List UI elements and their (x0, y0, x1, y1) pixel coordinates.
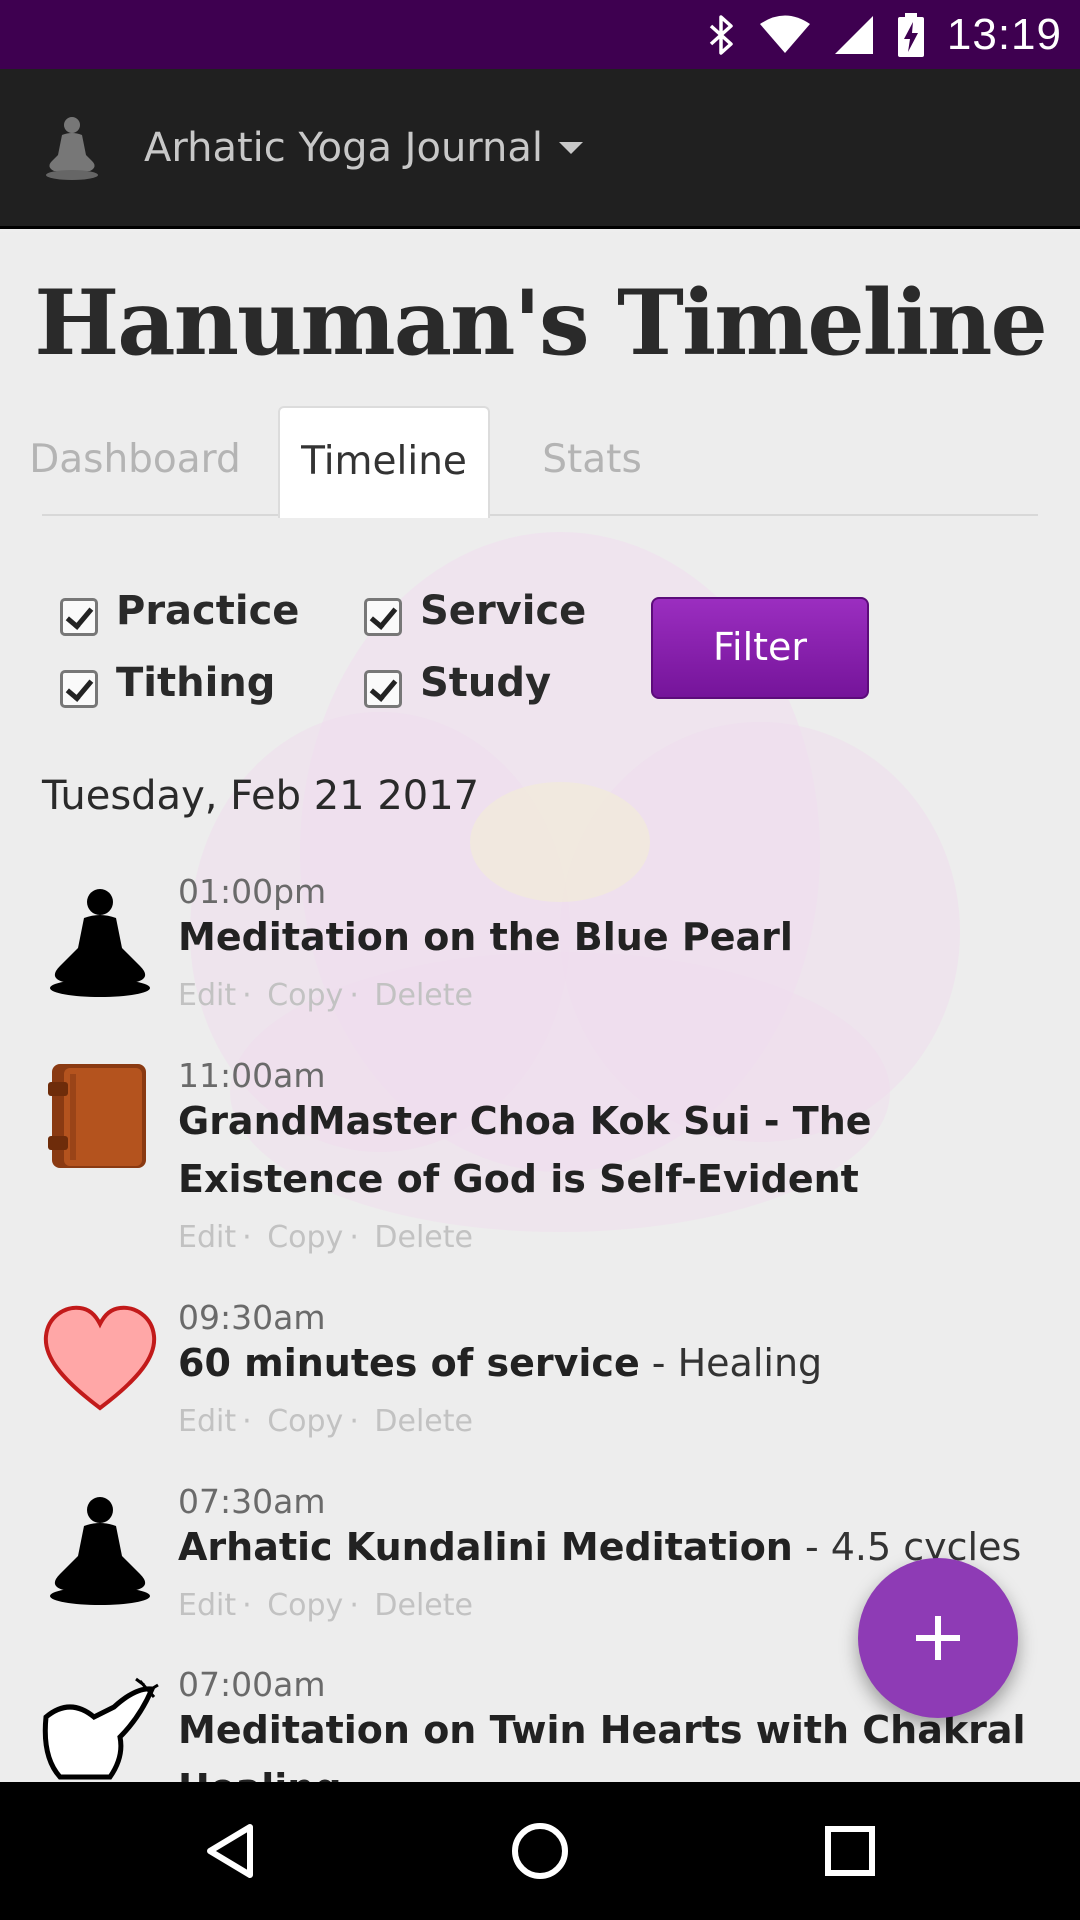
tab-label: Stats (542, 437, 642, 482)
copy-link[interactable]: Copy (267, 978, 343, 1013)
separator: · (242, 1588, 252, 1623)
add-entry-button[interactable] (858, 1558, 1018, 1718)
signal-icon (834, 15, 873, 54)
entry-actions: Edit · Copy · Delete (178, 1404, 479, 1439)
meditation-figure-icon (50, 889, 150, 997)
copy-link[interactable]: Copy (267, 1220, 343, 1255)
entry-title-text: Meditation on Twin Hearts with Chakral H… (178, 1708, 1026, 1782)
entry-title-text: GrandMaster Choa Kok Sui - The Existence… (178, 1099, 872, 1201)
tab-timeline[interactable]: Timeline (278, 406, 490, 518)
caret-down-icon (559, 141, 584, 154)
tab-bar: Dashboard Timeline Stats (29, 406, 1038, 518)
tab-label: Dashboard (29, 437, 241, 482)
entry-actions: Edit · Copy · Delete (178, 1220, 479, 1255)
delete-link[interactable]: Delete (374, 978, 473, 1013)
checkbox-label: Study (420, 660, 552, 706)
checkbox[interactable] (60, 598, 98, 636)
checkbox-label: Practice (116, 588, 300, 634)
separator: · (242, 1220, 252, 1255)
entry-title-text: Arhatic Kundalini Meditation (178, 1525, 793, 1569)
delete-link[interactable]: Delete (374, 1588, 473, 1623)
entry-title[interactable]: Meditation on Twin Hearts with Chakral H… (178, 1701, 1038, 1782)
battery-charging-icon (897, 12, 924, 57)
copy-link[interactable]: Copy (267, 1404, 343, 1439)
copy-link[interactable]: Copy (267, 1588, 343, 1623)
status-icons: 13:19 (707, 0, 1062, 69)
tab-dashboard[interactable]: Dashboard (28, 406, 242, 516)
entry-title-text: 60 minutes of service (178, 1341, 640, 1385)
status-time: 13:19 (946, 9, 1062, 59)
entry-title[interactable]: 60 minutes of service - Healing (178, 1334, 1038, 1392)
checkbox[interactable] (60, 670, 98, 708)
entry-time: 07:30am (178, 1482, 326, 1521)
entry-subtitle: - Healing (639, 1341, 823, 1385)
system-nav-bar (0, 1782, 1080, 1920)
filter-service[interactable]: Service (364, 586, 586, 636)
tab-label: Timeline (301, 439, 467, 484)
entry-time: 07:00am (178, 1665, 326, 1704)
status-bar: 13:19 (0, 0, 1080, 69)
entry-time: 11:00am (178, 1056, 326, 1095)
app-title: Arhatic Yoga Journal (144, 124, 544, 171)
filter-button[interactable]: Filter (651, 597, 869, 699)
meditation-figure-icon (46, 116, 98, 180)
main-content: Hanuman's Timeline Dashboard Timeline St… (0, 232, 1080, 1782)
meditation-figure-icon (50, 1497, 150, 1605)
separator: · (349, 1588, 359, 1623)
delete-link[interactable]: Delete (374, 1220, 473, 1255)
nav-recents-button[interactable] (780, 1782, 920, 1920)
wifi-icon (759, 15, 810, 53)
separator: · (349, 1404, 359, 1439)
separator: · (242, 1404, 252, 1439)
heart-icon (43, 1305, 157, 1411)
date-heading: Tuesday, Feb 21 2017 (42, 773, 480, 819)
entry-time: 01:00pm (178, 872, 327, 911)
page-title: Hanuman's Timeline (34, 270, 1047, 376)
tab-stats[interactable]: Stats (522, 406, 662, 516)
entry-actions: Edit · Copy · Delete (178, 1588, 479, 1623)
entry-title[interactable]: Meditation on the Blue Pearl (178, 908, 1038, 966)
nav-home-button[interactable] (470, 1782, 610, 1920)
bluetooth-icon (709, 14, 733, 55)
entry-title-text: Meditation on the Blue Pearl (178, 915, 793, 959)
entry-subtitle: - 4.5 cycles (792, 1525, 1022, 1569)
checkbox[interactable] (364, 598, 402, 636)
recents-square-icon (825, 1826, 875, 1876)
filter-tithing[interactable]: Tithing (60, 658, 275, 708)
edit-link[interactable]: Edit (178, 978, 236, 1013)
entry-actions: Edit · Copy · Delete (178, 978, 479, 1013)
filter-study[interactable]: Study (364, 658, 551, 708)
delete-link[interactable]: Delete (374, 1404, 473, 1439)
edit-link[interactable]: Edit (178, 1588, 236, 1623)
entry-time: 09:30am (178, 1298, 326, 1337)
plus-icon (916, 1616, 960, 1660)
dove-icon (42, 1677, 159, 1780)
edit-link[interactable]: Edit (178, 1220, 236, 1255)
home-circle-icon (512, 1823, 568, 1879)
separator: · (349, 978, 359, 1013)
checkbox-label: Tithing (116, 660, 276, 706)
separator: · (349, 1220, 359, 1255)
app-toolbar: Arhatic Yoga Journal (0, 69, 1080, 229)
separator: · (242, 978, 252, 1013)
book-icon (48, 1064, 146, 1168)
filter-practice[interactable]: Practice (60, 586, 299, 636)
checkbox[interactable] (364, 670, 402, 708)
back-triangle-icon (207, 1824, 253, 1878)
entry-title[interactable]: GrandMaster Choa Kok Sui - The Existence… (178, 1092, 1038, 1208)
checkbox-label: Service (420, 588, 587, 634)
edit-link[interactable]: Edit (178, 1404, 236, 1439)
app-switcher[interactable]: Arhatic Yoga Journal (100, 124, 584, 171)
nav-back-button[interactable] (160, 1782, 300, 1920)
